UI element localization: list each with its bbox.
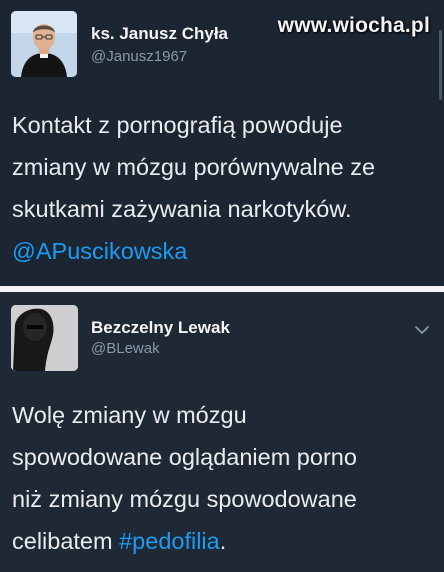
user-handle[interactable]: @Janusz1967 bbox=[91, 48, 187, 65]
dark-figure-avatar-image bbox=[11, 305, 78, 371]
tweet-text: Kontakt z pornografią powoduje zmiany w … bbox=[12, 104, 430, 272]
tweet-text-fragment: celibatem bbox=[12, 528, 120, 554]
hashtag-link[interactable]: #pedofilia bbox=[119, 528, 220, 554]
tweet-card-1[interactable]: ks. Janusz Chyła @Janusz1967 Kontakt z p… bbox=[0, 0, 444, 286]
tweet-text-fragment: . bbox=[219, 528, 227, 554]
user-handle[interactable]: @BLewak bbox=[91, 340, 160, 357]
tweet-text-line: spowodowane oglądaniem porno bbox=[12, 444, 357, 470]
chevron-down-icon[interactable] bbox=[414, 322, 430, 338]
avatar-priest[interactable] bbox=[11, 11, 77, 77]
tweet-text: Wolę zmiany w mózgu spowodowane oglądani… bbox=[12, 394, 430, 562]
tweet-text-line: zmiany w mózgu porównywalne ze bbox=[12, 154, 376, 180]
tweet-text-line: Wolę zmiany w mózgu bbox=[12, 402, 247, 428]
priest-avatar-image bbox=[11, 11, 77, 77]
tweet-text-line: skutkami zażywania narkotyków. bbox=[12, 196, 352, 222]
scrollbar[interactable] bbox=[439, 30, 442, 100]
tweet-text-line-last: celibatem #pedofilia. bbox=[12, 520, 430, 562]
avatar-lewak[interactable] bbox=[11, 305, 78, 371]
tweet-text-line: Kontakt z pornografią powoduje bbox=[12, 112, 343, 138]
watermark: www.wiocha.pl bbox=[277, 14, 430, 37]
display-name[interactable]: Bezczelny Lewak bbox=[91, 318, 230, 338]
mention-link[interactable]: @APuscikowska bbox=[12, 230, 430, 272]
tweet-card-2[interactable]: Bezczelny Lewak @BLewak Wolę zmiany w mó… bbox=[0, 292, 444, 572]
display-name[interactable]: ks. Janusz Chyła bbox=[91, 24, 228, 44]
tweet-text-line: niż zmiany mózgu spowodowane bbox=[12, 486, 357, 512]
